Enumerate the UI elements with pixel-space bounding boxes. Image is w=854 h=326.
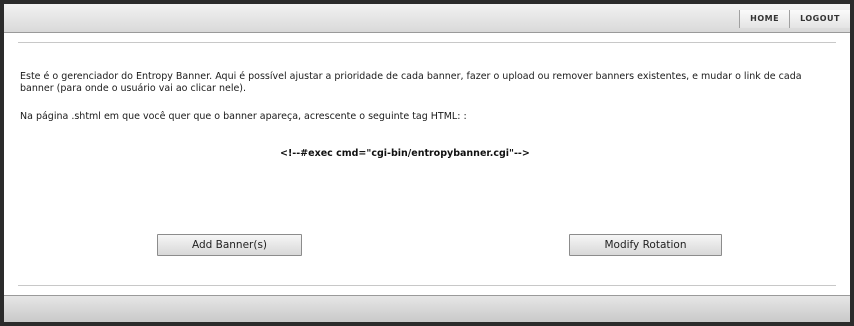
- add-banner-button[interactable]: Add Banner(s): [157, 234, 302, 256]
- logout-link[interactable]: LOGOUT: [789, 10, 850, 28]
- code-snippet: <!--#exec cmd="cgi-bin/entropybanner.cgi…: [280, 148, 530, 159]
- intro-text: Este é o gerenciador do Entropy Banner. …: [20, 71, 802, 94]
- top-navigation-bar: HOME LOGOUT: [4, 4, 850, 33]
- app-window: HOME LOGOUT Este é o gerenciador do Entr…: [0, 0, 854, 326]
- modify-rotation-button[interactable]: Modify Rotation: [569, 234, 722, 256]
- nav-menu: HOME LOGOUT: [739, 10, 850, 28]
- instruction-text: Na página .shtml em que você quer que o …: [20, 111, 467, 122]
- home-link[interactable]: HOME: [739, 10, 790, 28]
- bottom-bar: [4, 295, 850, 322]
- main-content: Este é o gerenciador do Entropy Banner. …: [18, 42, 836, 286]
